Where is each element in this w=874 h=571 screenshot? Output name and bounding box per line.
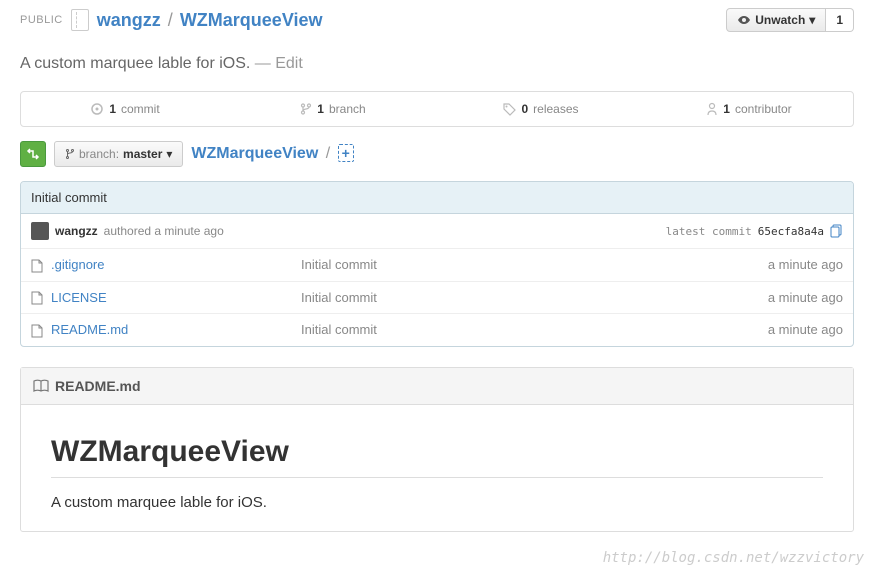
commit-meta: wangzz authored a minute ago latest comm… [21, 214, 853, 249]
readme-header: README.md [21, 368, 853, 405]
repo-link[interactable]: WZMarqueeView [180, 10, 323, 30]
latest-commit-label: latest commit [666, 225, 752, 238]
file-time: a minute ago [768, 290, 843, 305]
book-icon [33, 379, 49, 393]
person-icon [706, 102, 718, 116]
repo-icon [71, 9, 89, 31]
caret-down-icon: ▾ [166, 147, 172, 161]
repo-header: PUBLIC wangzz / WZMarqueeView Unwatch ▾ … [20, 0, 854, 47]
public-badge: PUBLIC [20, 14, 63, 26]
tag-icon [503, 103, 516, 116]
owner-link[interactable]: wangzz [97, 10, 161, 30]
file-link[interactable]: LICENSE [51, 290, 301, 305]
file-commit-msg[interactable]: Initial commit [301, 290, 768, 305]
description-text: A custom marquee lable for iOS. [20, 55, 250, 72]
caret-down-icon: ▾ [809, 13, 815, 27]
readme-title: WZMarqueeView [51, 435, 823, 478]
edit-link[interactable]: — Edit [255, 55, 303, 72]
compare-icon [26, 147, 40, 161]
commit-author[interactable]: wangzz [55, 224, 98, 238]
commit-time: authored a minute ago [104, 224, 224, 238]
branch-icon [65, 148, 75, 161]
stat-commits[interactable]: 1 commit [21, 92, 229, 126]
branch-row: branch: master ▾ WZMarqueeView / + [20, 141, 854, 167]
branch-icon [300, 102, 312, 116]
branch-select[interactable]: branch: master ▾ [54, 141, 183, 167]
file-time: a minute ago [768, 322, 843, 337]
file-row: .gitignore Initial commit a minute ago [21, 249, 853, 282]
add-file-button[interactable]: + [338, 144, 354, 162]
readme-box: README.md WZMarqueeView A custom marquee… [20, 367, 854, 532]
path-repo-link[interactable]: WZMarqueeView [191, 145, 318, 162]
avatar[interactable] [31, 222, 49, 240]
unwatch-button[interactable]: Unwatch ▾ [726, 8, 826, 32]
file-link[interactable]: README.md [51, 322, 301, 337]
stat-branches[interactable]: 1 branch [229, 92, 437, 126]
file-icon [31, 257, 43, 273]
file-icon [31, 322, 43, 338]
file-icon [31, 290, 43, 306]
clipboard-icon[interactable] [830, 224, 843, 238]
compare-button[interactable] [20, 141, 46, 167]
stat-contributors[interactable]: 1 contributor [645, 92, 853, 126]
file-link[interactable]: .gitignore [51, 257, 301, 272]
readme-filename: README.md [55, 378, 141, 394]
readme-text: A custom marquee lable for iOS. [51, 494, 823, 511]
eye-icon [737, 14, 751, 26]
path: WZMarqueeView / + [191, 145, 353, 163]
file-commit-msg[interactable]: Initial commit [301, 257, 768, 272]
stat-releases[interactable]: 0 releases [437, 92, 645, 126]
watermark: http://blog.csdn.net/wzzvictory [603, 550, 864, 566]
unwatch-label: Unwatch [755, 13, 805, 27]
commit-icon [90, 102, 104, 116]
file-row: README.md Initial commit a minute ago [21, 314, 853, 346]
slash-sep: / [168, 10, 173, 30]
commit-sha[interactable]: 65ecfa8a4a [758, 225, 824, 238]
file-time: a minute ago [768, 257, 843, 272]
repo-description: A custom marquee lable for iOS. — Edit [20, 47, 854, 91]
commit-title: Initial commit [21, 182, 853, 214]
file-commit-msg[interactable]: Initial commit [301, 322, 768, 337]
file-row: LICENSE Initial commit a minute ago [21, 282, 853, 315]
stats-bar: 1 commit 1 branch 0 releases 1 contribut… [20, 91, 854, 127]
file-browser: Initial commit wangzz authored a minute … [20, 181, 854, 347]
watch-count[interactable]: 1 [826, 8, 854, 32]
breadcrumb: wangzz / WZMarqueeView [97, 10, 323, 31]
readme-body: WZMarqueeView A custom marquee lable for… [21, 405, 853, 531]
